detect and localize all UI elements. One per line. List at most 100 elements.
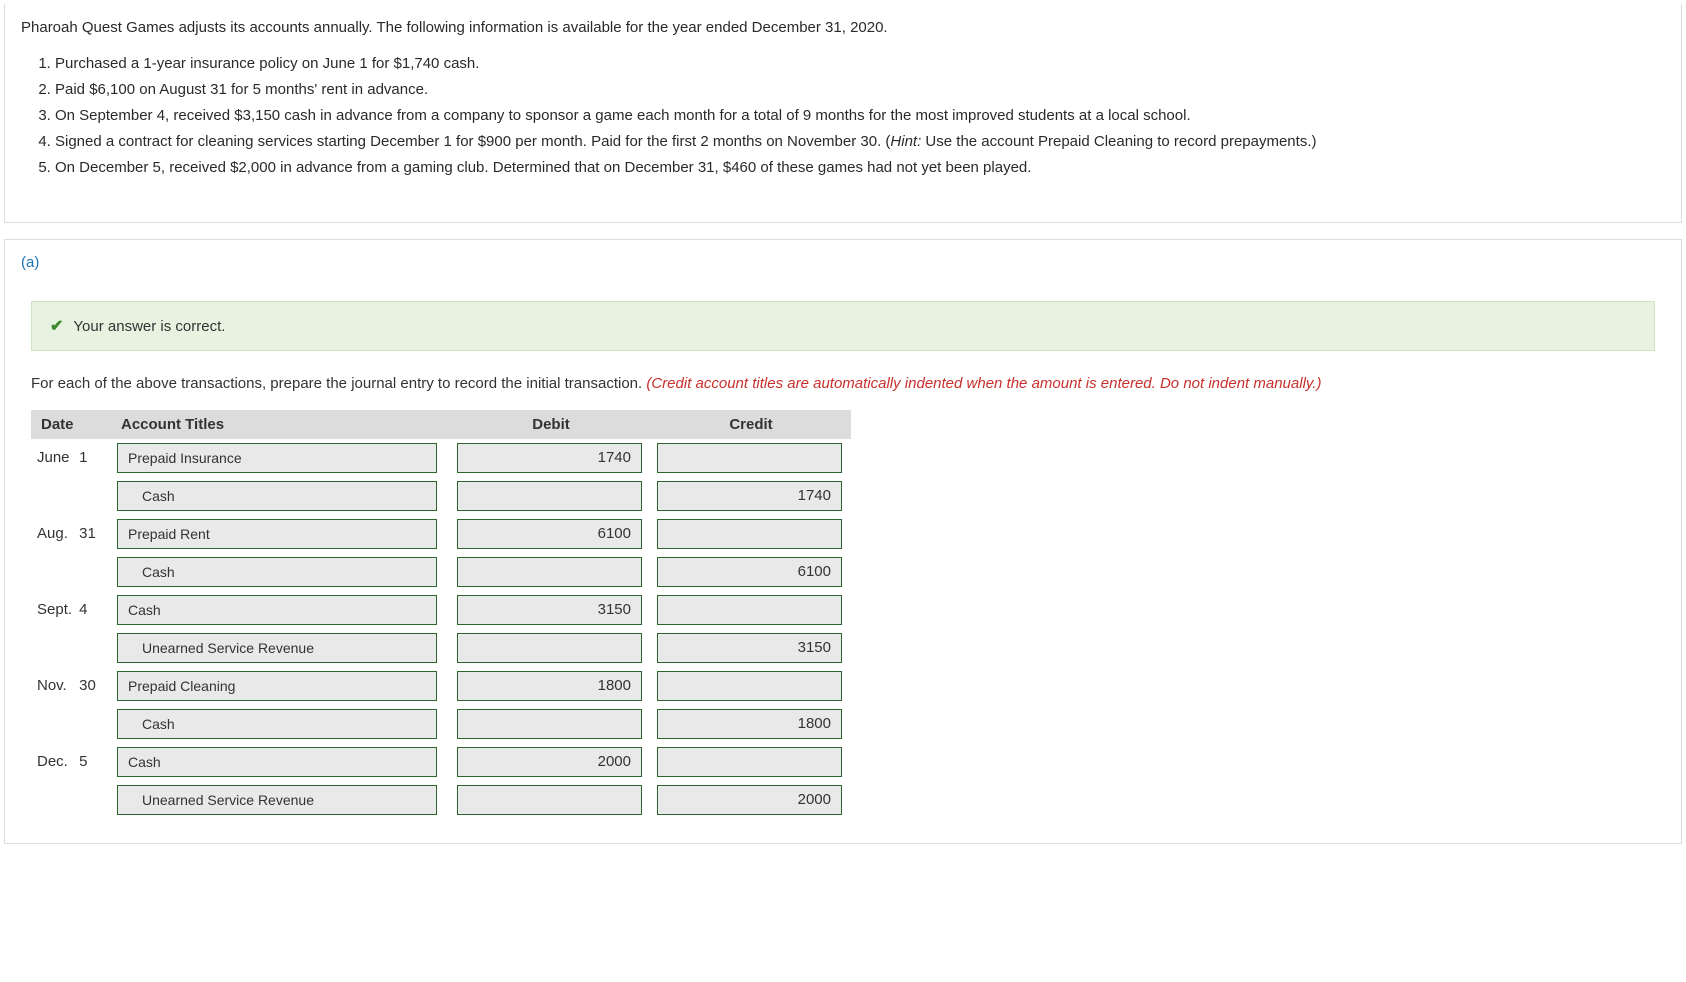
table-row: Aug. 31Prepaid Rent6100. (31, 515, 851, 553)
debit-input[interactable]: . (457, 481, 642, 511)
table-row: Dec. 5Cash2000. (31, 743, 851, 781)
debit-cell: 3150 (451, 591, 651, 629)
date-cell: Sept. 4 (31, 591, 111, 629)
intro-item-2: Paid $6,100 on August 31 for 5 months' r… (55, 78, 1665, 102)
account-title-input[interactable]: Unearned Service Revenue (117, 633, 437, 663)
problem-statement-panel: Pharoah Quest Games adjusts its accounts… (4, 4, 1682, 223)
date-month: Dec. (37, 753, 75, 770)
part-a-panel: (a) ✔ Your answer is correct. For each o… (4, 239, 1682, 844)
intro-list: Purchased a 1-year insurance policy on J… (55, 52, 1665, 180)
account-cell: Cash (111, 591, 451, 629)
credit-input[interactable]: . (657, 443, 842, 473)
credit-cell: 6100 (651, 553, 851, 591)
date-cell (31, 477, 111, 515)
credit-input[interactable]: 3150 (657, 633, 842, 663)
debit-cell: 2000 (451, 743, 651, 781)
account-title-input[interactable]: Unearned Service Revenue (117, 785, 437, 815)
header-debit: Debit (451, 410, 651, 439)
account-cell: Prepaid Rent (111, 515, 451, 553)
account-title-input[interactable]: Cash (117, 481, 437, 511)
debit-cell: . (451, 781, 651, 819)
debit-cell: 1800 (451, 667, 651, 705)
intro-lead: Pharoah Quest Games adjusts its accounts… (21, 16, 1665, 40)
table-row: Cash. 1740 (31, 477, 851, 515)
debit-input[interactable]: 6100 (457, 519, 642, 549)
account-cell: Unearned Service Revenue (111, 781, 451, 819)
debit-input[interactable]: . (457, 633, 642, 663)
instruction-red: (Credit account titles are automatically… (646, 375, 1321, 392)
credit-cell: 3150 (651, 629, 851, 667)
debit-input[interactable]: . (457, 557, 642, 587)
date-month: Nov. (37, 677, 75, 694)
debit-input[interactable]: . (457, 709, 642, 739)
account-title-input[interactable]: Prepaid Insurance (117, 443, 437, 473)
credit-input[interactable]: . (657, 595, 842, 625)
account-cell: Cash (111, 743, 451, 781)
credit-cell: . (651, 743, 851, 781)
credit-cell: . (651, 667, 851, 705)
account-cell: Prepaid Insurance (111, 439, 451, 477)
table-row: Unearned Service Revenue. 2000 (31, 781, 851, 819)
debit-input[interactable]: . (457, 785, 642, 815)
table-row: Sept. 4Cash 3150. (31, 591, 851, 629)
account-cell: Cash (111, 705, 451, 743)
debit-input[interactable]: 1800 (457, 671, 642, 701)
debit-cell: . (451, 477, 651, 515)
intro-item-4-text: Signed a contract for cleaning services … (55, 133, 890, 150)
intro-item-3: On September 4, received $3,150 cash in … (55, 104, 1665, 128)
credit-input[interactable]: 2000 (657, 785, 842, 815)
date-day: 31 (75, 525, 96, 542)
date-day: 30 (75, 677, 96, 694)
date-day: 4 (75, 601, 88, 618)
date-cell (31, 781, 111, 819)
credit-cell: . (651, 439, 851, 477)
table-row: Nov. 30Prepaid Cleaning1800. (31, 667, 851, 705)
credit-cell: 1740 (651, 477, 851, 515)
account-title-input[interactable]: Prepaid Cleaning (117, 671, 437, 701)
table-header-row: Date Account Titles Debit Credit (31, 410, 851, 439)
account-title-input[interactable]: Prepaid Rent (117, 519, 437, 549)
account-title-input[interactable]: Cash (117, 595, 437, 625)
debit-input[interactable]: 1740 (457, 443, 642, 473)
table-row: Cash. 1800 (31, 705, 851, 743)
credit-input[interactable]: . (657, 747, 842, 777)
check-icon: ✔ (50, 316, 63, 336)
date-cell: Nov. 30 (31, 667, 111, 705)
table-row: Cash. 6100 (31, 553, 851, 591)
credit-input[interactable]: . (657, 519, 842, 549)
debit-cell: . (451, 553, 651, 591)
part-instruction: For each of the above transactions, prep… (31, 373, 1655, 396)
debit-cell: 6100 (451, 515, 651, 553)
account-title-input[interactable]: Cash (117, 709, 437, 739)
debit-cell: . (451, 705, 651, 743)
date-cell (31, 553, 111, 591)
credit-input[interactable]: . (657, 671, 842, 701)
account-title-input[interactable]: Cash (117, 747, 437, 777)
table-row: June 1Prepaid Insurance1740. (31, 439, 851, 477)
date-cell: Dec. 5 (31, 743, 111, 781)
date-month: Aug. (37, 525, 75, 542)
debit-input[interactable]: 3150 (457, 595, 642, 625)
date-day: 5 (75, 753, 88, 770)
journal-table: Date Account Titles Debit Credit June 1P… (31, 410, 851, 819)
date-cell (31, 705, 111, 743)
credit-input[interactable]: 1740 (657, 481, 842, 511)
credit-cell: 2000 (651, 781, 851, 819)
account-title-input[interactable]: Cash (117, 557, 437, 587)
date-cell: Aug. 31 (31, 515, 111, 553)
credit-input[interactable]: 6100 (657, 557, 842, 587)
intro-item-5: On December 5, received $2,000 in advanc… (55, 156, 1665, 180)
intro-item-1: Purchased a 1-year insurance policy on J… (55, 52, 1665, 76)
account-cell: Cash (111, 553, 451, 591)
intro-item-4-hint-label: Hint: (890, 133, 921, 150)
credit-cell: . (651, 515, 851, 553)
instruction-plain: For each of the above transactions, prep… (31, 375, 646, 392)
credit-input[interactable]: 1800 (657, 709, 842, 739)
header-date: Date (31, 410, 111, 439)
debit-input[interactable]: 2000 (457, 747, 642, 777)
header-account: Account Titles (111, 410, 451, 439)
date-month: June (37, 449, 75, 466)
table-row: Unearned Service Revenue. 3150 (31, 629, 851, 667)
account-cell: Unearned Service Revenue (111, 629, 451, 667)
debit-cell: . (451, 629, 651, 667)
